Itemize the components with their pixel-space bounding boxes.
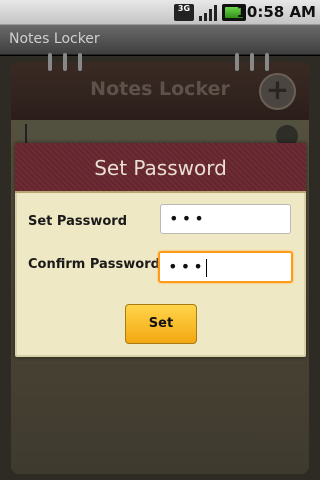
binder-ring-icon — [48, 53, 52, 71]
confirm-password-label: Confirm Password — [28, 257, 160, 272]
add-note-button[interactable]: + — [259, 73, 296, 110]
set-password-label: Set Password — [28, 214, 128, 229]
binder-ring-icon — [265, 53, 269, 71]
binder-ring-icon — [63, 53, 67, 71]
network-label: 3G — [177, 4, 191, 13]
binder-ring-icon — [235, 53, 239, 71]
status-time: 10:58 AM — [236, 3, 316, 21]
status-bar: 3G 10:58 AM — [0, 0, 320, 25]
binder-ring-icon — [250, 53, 254, 71]
set-button[interactable]: Set — [125, 304, 197, 344]
confirm-password-input[interactable]: ••• — [158, 251, 293, 283]
network-3g-icon: 3G — [174, 4, 194, 21]
text-caret — [205, 258, 207, 277]
binder-ring-icon — [78, 53, 82, 71]
set-password-input[interactable]: ••• — [160, 204, 291, 234]
title-bar: Notes Locker — [0, 25, 320, 55]
signal-icon — [198, 4, 218, 21]
app-title: Notes Locker — [9, 31, 100, 47]
dialog-title: Set Password — [94, 156, 227, 180]
